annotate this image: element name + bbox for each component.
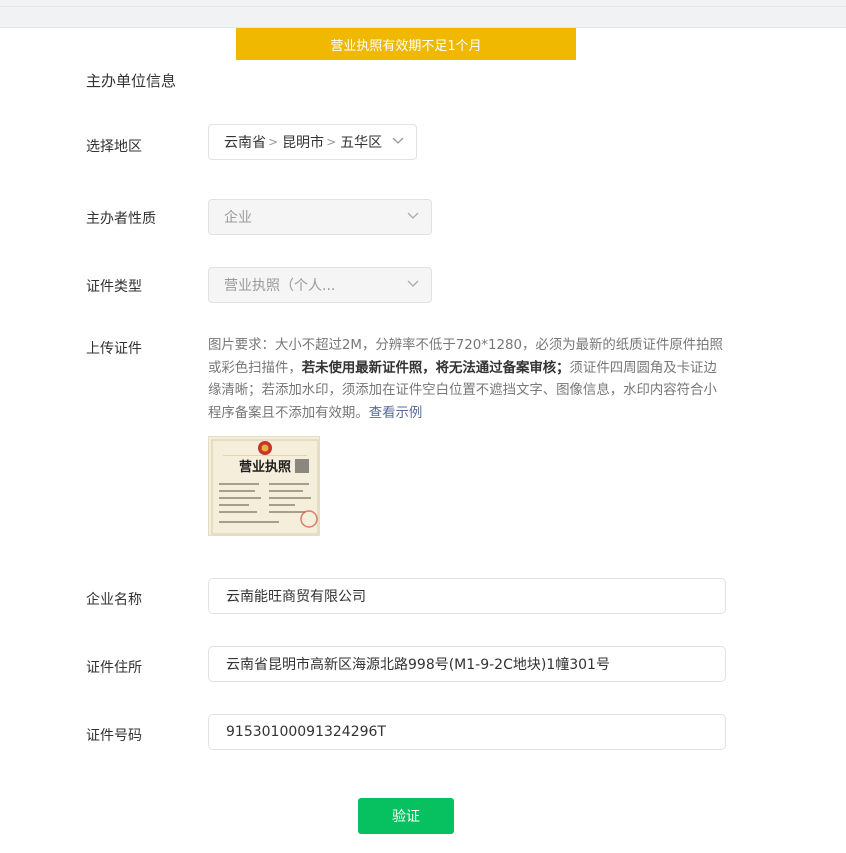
address-value: 云南省昆明市高新区海源北路998号(M1-9-2C地块)1幢301号 [226, 657, 610, 673]
cert-number-value: 91530100091324296T [226, 724, 386, 740]
cert-type-value: 营业执照（个人... [224, 278, 336, 294]
chevron-down-icon [407, 280, 419, 287]
upload-desc-warning: 若未使用最新证件照，将无法通过备案审核； [301, 360, 570, 376]
chevron-right-icon: > [268, 135, 279, 149]
address-input[interactable]: 云南省昆明市高新区海源北路998号(M1-9-2C地块)1幢301号 [208, 646, 726, 682]
upload-requirements: 图片要求：大小不超过2M，分辨率不低于720*1280，必须为最新的纸质证件原件… [208, 335, 730, 425]
cert-type-label: 证件类型 [86, 279, 142, 295]
license-expiry-warning: 营业执照有效期不足1个月 [236, 28, 576, 60]
top-bar [0, 0, 846, 28]
company-name-value: 云南能旺商贸有限公司 [226, 589, 366, 605]
chevron-down-icon [407, 212, 419, 219]
chevron-right-icon: > [326, 135, 337, 149]
chevron-down-icon [392, 137, 404, 144]
thumb-title: 营业执照 [239, 459, 291, 475]
verify-button[interactable]: 验证 [358, 798, 454, 834]
cert-type-select[interactable]: 营业执照（个人... [208, 267, 432, 303]
license-image: 营业执照 [209, 437, 319, 535]
region-select[interactable]: 云南省 > 昆明市 > 五华区 [208, 124, 417, 160]
upload-label: 上传证件 [86, 341, 142, 357]
company-name-input[interactable]: 云南能旺商贸有限公司 [208, 578, 726, 614]
cert-number-label: 证件号码 [86, 728, 142, 744]
section-title: 主办单位信息 [86, 72, 177, 90]
cert-number-input[interactable]: 91530100091324296T [208, 714, 726, 750]
region-district: 五华区 [340, 135, 383, 151]
nature-select[interactable]: 企业 [208, 199, 432, 235]
company-label: 企业名称 [86, 592, 142, 608]
region-city: 昆明市 [282, 135, 325, 151]
address-label: 证件住所 [86, 660, 142, 676]
nature-value: 企业 [224, 210, 252, 226]
view-example-link[interactable]: 查看示例 [369, 406, 423, 421]
license-thumbnail[interactable]: 营业执照 [208, 436, 320, 536]
region-label: 选择地区 [86, 139, 142, 155]
nature-label: 主办者性质 [86, 211, 156, 227]
region-province: 云南省 [224, 135, 266, 151]
